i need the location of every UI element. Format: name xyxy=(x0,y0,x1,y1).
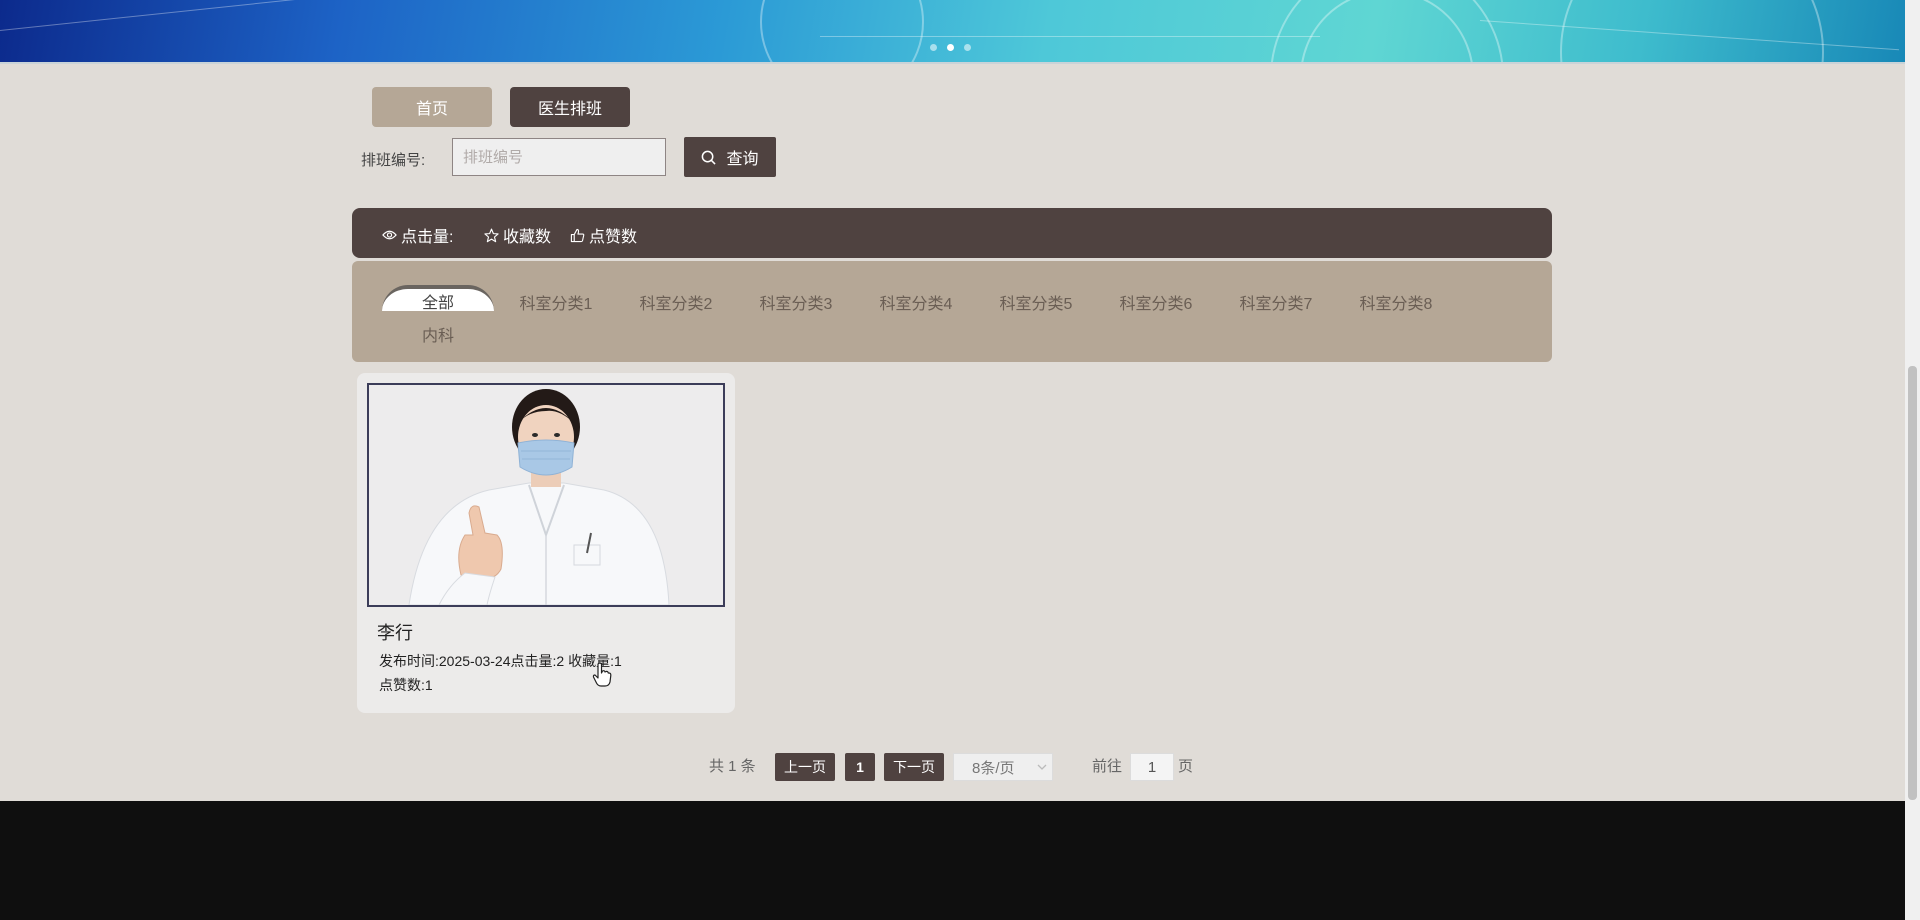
sort-by-likes[interactable]: 点赞数 xyxy=(570,223,637,247)
clicks-label: 点击量: xyxy=(510,653,557,669)
sort-by-favorites[interactable]: 收藏数 xyxy=(484,223,551,247)
category-tab-8[interactable]: 科室分类8 xyxy=(1340,290,1452,314)
star-icon xyxy=(484,228,499,242)
hand-cursor-icon xyxy=(592,662,612,687)
page-size-value: 8条/页 xyxy=(972,759,1015,777)
doctor-card[interactable]: 李行 发布时间:2025-03-24点击量:2 收藏量:1 点赞数:1 xyxy=(357,373,735,713)
likes-value: 1 xyxy=(424,677,433,693)
search-button-label: 查询 xyxy=(726,151,759,168)
category-tab-7[interactable]: 科室分类7 xyxy=(1220,290,1332,314)
nav-schedule-button[interactable]: 医生排班 xyxy=(510,87,630,127)
category-tab-all[interactable]: 全部 xyxy=(382,285,494,312)
sort-clicks-label: 点击量: xyxy=(401,229,454,246)
page-size-select[interactable]: 8条/页 xyxy=(953,753,1053,781)
pagination-total: 共 1 条 xyxy=(709,758,756,775)
nav-home-button[interactable]: 首页 xyxy=(372,87,492,127)
goto-label: 前往 xyxy=(1092,758,1123,775)
prev-page-button[interactable]: 上一页 xyxy=(775,753,835,781)
category-tab-5[interactable]: 科室分类5 xyxy=(980,290,1092,314)
chevron-down-icon xyxy=(1037,764,1046,770)
banner-decoration xyxy=(0,0,299,31)
search-icon xyxy=(702,150,717,165)
carousel-indicators xyxy=(930,44,971,51)
banner-carousel[interactable] xyxy=(0,0,1905,64)
carousel-dot[interactable] xyxy=(947,44,954,51)
search-button[interactable]: 查询 xyxy=(684,137,776,177)
doctor-card-meta: 发布时间:2025-03-24点击量:2 收藏量:1 点赞数:1 xyxy=(379,649,719,697)
sort-likes-label: 点赞数 xyxy=(589,229,638,246)
sort-bar: 点击量: 收藏数 点赞数 xyxy=(352,208,1552,258)
page-suffix: 页 xyxy=(1178,758,1194,775)
category-bar: 全部 科室分类1 科室分类2 科室分类3 科室分类4 科室分类5 科室分类6 科… xyxy=(352,261,1552,362)
banner-decoration xyxy=(760,0,924,62)
favorites-value: 1 xyxy=(613,653,622,669)
carousel-dot[interactable] xyxy=(930,44,937,51)
clicks-value: 2 xyxy=(556,653,565,669)
doctor-name: 李行 xyxy=(377,623,413,643)
category-tab-1[interactable]: 科室分类1 xyxy=(500,290,612,314)
schedule-number-input[interactable] xyxy=(452,138,666,176)
carousel-dot[interactable] xyxy=(964,44,971,51)
goto-page-input[interactable] xyxy=(1130,753,1174,781)
likes-label: 点赞数: xyxy=(379,677,425,693)
category-tab-2[interactable]: 科室分类2 xyxy=(620,290,732,314)
banner-decoration xyxy=(1560,0,1824,62)
banner-decoration xyxy=(820,36,1320,37)
eye-icon xyxy=(382,230,397,240)
doctor-illustration xyxy=(369,385,723,605)
next-page-button[interactable]: 下一页 xyxy=(884,753,944,781)
footer xyxy=(0,801,1905,920)
publish-time-label: 发布时间: xyxy=(379,653,439,669)
category-tab-internal-medicine[interactable]: 内科 xyxy=(382,322,494,346)
sort-by-clicks[interactable]: 点击量: xyxy=(382,223,453,247)
doctor-photo[interactable] xyxy=(367,383,725,607)
category-tab-4[interactable]: 科室分类4 xyxy=(860,290,972,314)
page-number-current[interactable]: 1 xyxy=(845,753,875,781)
search-label: 排班编号: xyxy=(361,152,426,169)
sort-favorites-label: 收藏数 xyxy=(503,229,552,246)
category-tab-3[interactable]: 科室分类3 xyxy=(740,290,852,314)
category-tab-6[interactable]: 科室分类6 xyxy=(1100,290,1212,314)
thumbs-up-icon xyxy=(570,228,585,242)
publish-time-value: 2025-03-24 xyxy=(438,653,511,669)
scrollbar-thumb[interactable] xyxy=(1908,366,1917,800)
